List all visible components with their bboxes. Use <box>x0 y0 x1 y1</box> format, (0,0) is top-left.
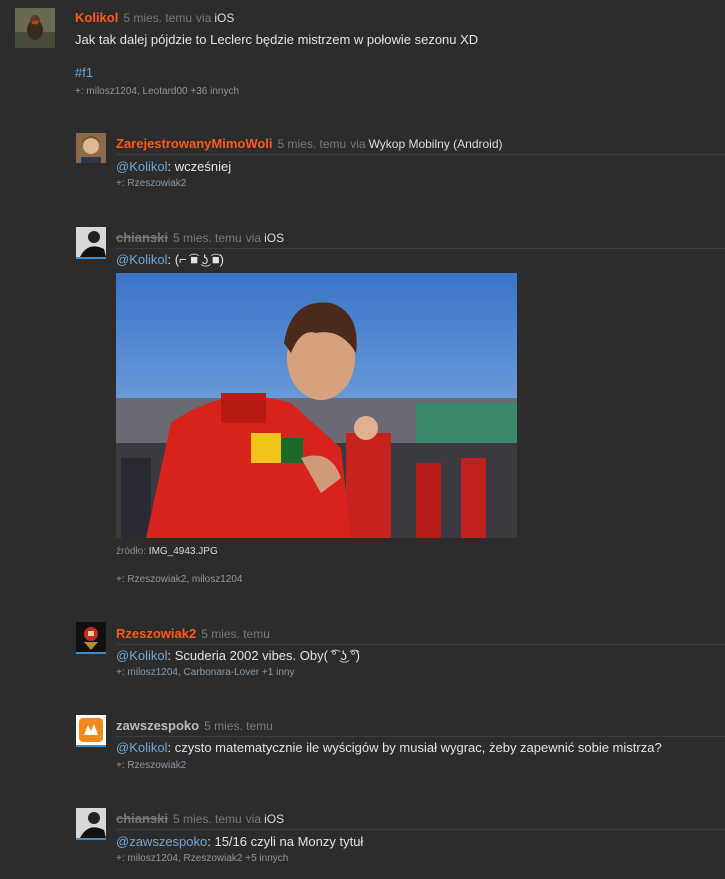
client-name: Wykop Mobilny (Android) <box>368 137 503 151</box>
comment-time[interactable]: 5 mies. temu <box>173 812 242 826</box>
author-name[interactable]: chianski <box>116 811 168 826</box>
via-label: via <box>245 812 262 826</box>
plus-voters: +: milosz1204, Leotard00 +36 innych <box>75 86 239 97</box>
plus-prefix: +: <box>75 86 84 97</box>
via-label: via <box>196 11 212 25</box>
comment-header: zawszespoko 5 mies. temu <box>116 718 273 733</box>
client-name: iOS <box>214 11 235 25</box>
voter-more[interactable]: +1 inny <box>262 667 295 678</box>
avatar-underline <box>76 838 106 840</box>
comment-time[interactable]: 5 mies. temu <box>201 627 270 641</box>
comment-body: : Scuderia 2002 vibes. Oby( ͡° ͜ʖ ͡°) <box>167 648 360 663</box>
plus-prefix: +: <box>116 178 125 189</box>
source-file-link[interactable]: IMG_4943.JPG <box>149 546 218 557</box>
embedded-photo[interactable] <box>116 273 517 538</box>
author-name[interactable]: Rzeszowiak2 <box>116 626 196 641</box>
comment-body: : (⌐ ͡■ ͜ʖ ͡■) <box>167 252 225 267</box>
comment-header: chianski 5 mies. temu via iOS <box>116 230 284 245</box>
voter-names[interactable]: milosz1204, Carbonara-Lover <box>127 667 259 678</box>
comment-divider <box>116 644 725 645</box>
comment-header: Rzeszowiak2 5 mies. temu <box>116 626 270 641</box>
mention-link[interactable]: @Kolikol <box>116 252 168 267</box>
mention-link[interactable]: @Kolikol <box>116 740 168 755</box>
comment-text: @Kolikol: czysto matematycznie ile wyści… <box>116 740 662 755</box>
avatar-rzeszowiak2[interactable] <box>76 622 106 652</box>
hashtag[interactable]: #f1 <box>75 65 93 80</box>
plus-voters: +: Rzeszowiak2, milosz1204 <box>116 574 242 585</box>
mention-link[interactable]: @zawszespoko <box>116 834 207 849</box>
comment-divider <box>116 154 725 155</box>
voter-names[interactable]: Rzeszowiak2 <box>127 178 186 189</box>
plus-voters: +: milosz1204, Carbonara-Lover +1 inny <box>116 667 294 678</box>
avatar-chianski[interactable] <box>76 808 106 838</box>
client-name: iOS <box>264 231 285 245</box>
hashtag-f1[interactable]: #f1 <box>75 65 93 80</box>
voter-more[interactable]: +5 innych <box>245 853 288 864</box>
avatar-underline <box>76 745 106 747</box>
avatar-zawszespoko[interactable] <box>76 715 106 745</box>
comment-text: @zawszespoko: 15/16 czyli na Monzy tytuł <box>116 834 363 849</box>
author-name[interactable]: ZarejestrowanyMimoWoli <box>116 136 273 151</box>
author-name[interactable]: Kolikol <box>75 10 118 25</box>
plus-voters: +: milosz1204, Rzeszowiak2 +5 innych <box>116 853 288 864</box>
plus-prefix: +: <box>116 760 125 771</box>
comment-body: : wcześniej <box>167 159 232 174</box>
voter-names[interactable]: milosz1204, Rzeszowiak2 <box>127 853 242 864</box>
via-label: via <box>350 137 366 151</box>
client-name: iOS <box>264 812 285 826</box>
avatar-chianski[interactable] <box>76 227 106 257</box>
voter-names[interactable]: Rzeszowiak2, milosz1204 <box>127 574 242 585</box>
comment-text: @Kolikol: (⌐ ͡■ ͜ʖ ͡■) <box>116 252 224 267</box>
comment-divider <box>116 736 725 737</box>
avatar-zarejestrowanymimowoli[interactable] <box>76 133 106 163</box>
via-label: via <box>245 231 262 245</box>
comment-body: : czysto matematycznie ile wyścigów by m… <box>167 740 662 755</box>
author-name[interactable]: zawszespoko <box>116 718 199 733</box>
voter-names[interactable]: Rzeszowiak2 <box>127 760 186 771</box>
plus-prefix: +: <box>116 853 125 864</box>
avatar-underline <box>76 257 106 259</box>
comment-header: chianski 5 mies. temu via iOS <box>116 811 284 826</box>
avatar-kolikol[interactable] <box>15 8 55 48</box>
comment-divider <box>116 829 725 830</box>
plus-voters: +: Rzeszowiak2 <box>116 178 186 189</box>
plus-prefix: +: <box>116 574 125 585</box>
comment-time[interactable]: 5 mies. temu <box>204 719 273 733</box>
mention-link[interactable]: @Kolikol <box>116 159 168 174</box>
comment-text: @Kolikol: Scuderia 2002 vibes. Oby( ͡° ͜… <box>116 648 360 663</box>
author-name[interactable]: chianski <box>116 230 168 245</box>
post-time[interactable]: 5 mies. temu <box>123 11 192 25</box>
comment-text: @Kolikol: wcześniej <box>116 159 231 174</box>
avatar-underline <box>76 652 106 654</box>
plus-prefix: +: <box>116 667 125 678</box>
comment-divider <box>116 248 725 249</box>
plus-voters: +: Rzeszowiak2 <box>116 760 186 771</box>
image-source: źródło: IMG_4943.JPG <box>116 546 218 557</box>
voter-names[interactable]: milosz1204, Leotard00 <box>86 86 187 97</box>
comment-time[interactable]: 5 mies. temu <box>173 231 242 245</box>
comment-time[interactable]: 5 mies. temu <box>278 137 347 151</box>
mention-link[interactable]: @Kolikol <box>116 648 168 663</box>
voter-more[interactable]: +36 innych <box>190 86 239 97</box>
source-label: źródło: <box>116 546 147 557</box>
post-header: Kolikol 5 mies. temu via iOS <box>75 10 234 25</box>
comment-header: ZarejestrowanyMimoWoli 5 mies. temu via Wyk… <box>116 136 503 151</box>
post-text: Jak tak dalej pójdzie to Leclerc będzie … <box>75 32 479 47</box>
comment-body: : 15/16 czyli na Monzy tytuł <box>207 834 364 849</box>
